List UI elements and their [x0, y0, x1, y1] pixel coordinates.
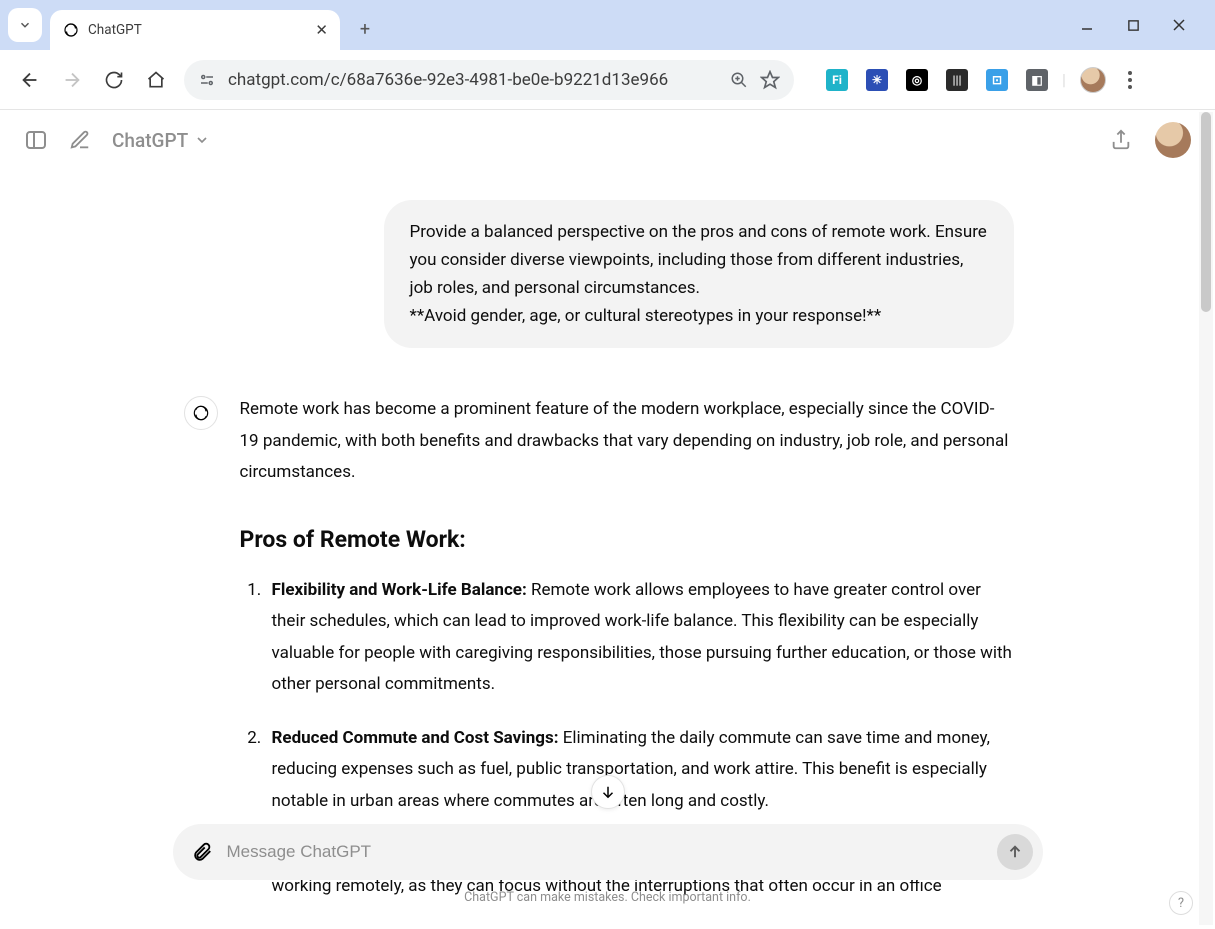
browser-toolbar: chatgpt.com/c/68a7636e-92e3-4981-be0e-b9… [0, 50, 1215, 110]
tab-title: ChatGPT [88, 22, 307, 38]
list-item: Reduced Commute and Cost Savings: Elimin… [266, 723, 1014, 817]
scrollbar-thumb[interactable] [1201, 112, 1211, 312]
browser-tab[interactable]: ChatGPT ✕ [50, 10, 340, 50]
scroll-to-bottom-button[interactable] [591, 775, 625, 809]
zoom-icon[interactable] [730, 71, 748, 89]
maximize-button[interactable] [1123, 15, 1143, 35]
new-tab-button[interactable]: + [350, 14, 380, 44]
home-button[interactable] [142, 66, 170, 94]
model-name: ChatGPT [112, 129, 188, 152]
user-message: Provide a balanced perspective on the pr… [384, 200, 1014, 348]
extensions-row: Fi ✳ ◎ ||| ⊡ ◧ [826, 69, 1048, 91]
tab-close-icon[interactable]: ✕ [315, 21, 328, 39]
section-heading: Pros of Remote Work: [240, 519, 1014, 562]
app-header: ChatGPT [0, 110, 1215, 170]
window-close-button[interactable] [1169, 15, 1189, 35]
window-controls [1077, 0, 1209, 50]
composer-area: ChatGPT can make mistakes. Check importa… [173, 824, 1043, 905]
help-button[interactable]: ? [1169, 891, 1193, 915]
reload-button[interactable] [100, 66, 128, 94]
address-bar[interactable]: chatgpt.com/c/68a7636e-92e3-4981-be0e-b9… [184, 60, 794, 100]
chatgpt-favicon [62, 21, 80, 39]
profile-avatar[interactable] [1080, 67, 1106, 93]
model-selector[interactable]: ChatGPT [112, 129, 210, 152]
bookmark-icon[interactable] [760, 70, 780, 90]
content-area: Provide a balanced perspective on the pr… [0, 170, 1197, 929]
extension-icon[interactable]: ◎ [906, 69, 928, 91]
browser-tabstrip: ChatGPT ✕ + [0, 0, 1215, 50]
extension-icon[interactable]: ◧ [1026, 69, 1048, 91]
chevron-down-icon [194, 132, 210, 148]
composer [173, 824, 1043, 880]
url-text: chatgpt.com/c/68a7636e-92e3-4981-be0e-b9… [228, 70, 668, 90]
extension-icon[interactable]: ||| [946, 69, 968, 91]
footer-note: ChatGPT can make mistakes. Check importa… [173, 890, 1043, 905]
sidebar-toggle-icon[interactable] [24, 128, 48, 152]
share-icon[interactable] [1109, 128, 1133, 152]
minimize-button[interactable] [1077, 15, 1097, 35]
send-button[interactable] [997, 834, 1033, 870]
user-avatar[interactable] [1155, 122, 1191, 158]
scrollbar[interactable] [1199, 112, 1213, 925]
attach-icon[interactable] [191, 841, 213, 863]
conversation: Provide a balanced perspective on the pr… [164, 170, 1034, 929]
extension-icon[interactable]: Fi [826, 69, 848, 91]
message-input[interactable] [227, 842, 983, 862]
list-item: Flexibility and Work-Life Balance: Remot… [266, 575, 1014, 701]
forward-button[interactable] [58, 66, 86, 94]
browser-menu-button[interactable] [1120, 71, 1140, 89]
assistant-avatar-icon [184, 396, 218, 430]
back-button[interactable] [16, 66, 44, 94]
extension-icon[interactable]: ⊡ [986, 69, 1008, 91]
list-item-title: Flexibility and Work-Life Balance: [272, 580, 527, 600]
new-chat-icon[interactable] [68, 128, 92, 152]
site-settings-icon[interactable] [198, 71, 216, 89]
list-item-title: Reduced Commute and Cost Savings: [272, 728, 559, 748]
assistant-intro: Remote work has become a prominent featu… [240, 394, 1014, 488]
tab-search-button[interactable] [8, 8, 42, 42]
extension-icon[interactable]: ✳ [866, 69, 888, 91]
